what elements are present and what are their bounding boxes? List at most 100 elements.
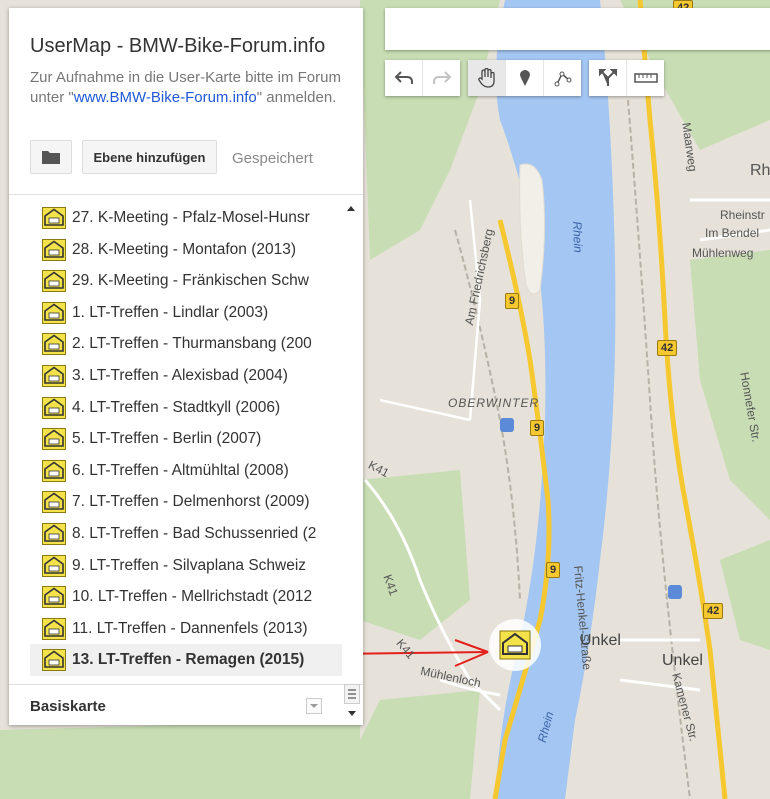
layer-item-label: 13. LT-Treffen - Remagen (2015) bbox=[72, 651, 305, 669]
chevron-down-icon bbox=[310, 704, 318, 708]
hand-icon bbox=[477, 68, 495, 88]
map-description: Zur Aufnahme in die User-Karte bitte im … bbox=[30, 68, 350, 107]
layers-panel: UserMap - BMW-Bike-Forum.info Zur Aufnah… bbox=[9, 8, 363, 725]
layer-item[interactable]: 27. K-Meeting - Pfalz-Mosel-Hunsr bbox=[30, 202, 342, 234]
map-label-street: Rheinstr bbox=[720, 208, 765, 222]
marker-pin-icon bbox=[519, 70, 530, 86]
layer-item[interactable]: 11. LT-Treffen - Dannenfels (2013) bbox=[30, 613, 342, 645]
house-icon bbox=[42, 207, 66, 229]
house-icon bbox=[42, 428, 66, 451]
scrollbar-arrows bbox=[347, 206, 355, 211]
layer-item[interactable]: 6. LT-Treffen - Altmühltal (2008) bbox=[30, 455, 342, 487]
house-marker-icon[interactable] bbox=[499, 630, 531, 660]
road-shield-42: 42 bbox=[703, 603, 724, 619]
undo-button[interactable] bbox=[385, 60, 423, 96]
add-layer-button[interactable]: Ebene hinzufügen bbox=[82, 140, 217, 174]
layer-item-label: 11. LT-Treffen - Dannenfels (2013) bbox=[72, 619, 308, 637]
list-scrollbar[interactable] bbox=[344, 200, 358, 684]
ruler-icon bbox=[633, 73, 658, 83]
layer-item-label: 8. LT-Treffen - Bad Schussenried (2 bbox=[72, 525, 317, 542]
house-icon bbox=[42, 238, 66, 261]
layer-item[interactable]: 5. LT-Treffen - Berlin (2007) bbox=[30, 423, 342, 455]
house-icon bbox=[42, 365, 66, 387]
list-lines-icon bbox=[348, 689, 356, 699]
layer-item-label: 9. LT-Treffen - Silvaplana Schweiz bbox=[72, 556, 307, 574]
house-icon bbox=[42, 554, 66, 577]
legend-icon[interactable] bbox=[344, 684, 360, 704]
house-icon bbox=[42, 270, 66, 293]
house-icon bbox=[42, 649, 66, 672]
house-icon bbox=[42, 586, 66, 609]
road-shield-9: 9 bbox=[546, 562, 561, 578]
layer-item-label: 29. K-Meeting - Fränkischen Schw bbox=[72, 272, 309, 290]
layer-item[interactable]: 9. LT-Treffen - Silvaplana Schweiz bbox=[30, 550, 342, 582]
undo-redo-group bbox=[385, 60, 460, 96]
map-label-town: Rh bbox=[750, 162, 770, 179]
layer-item[interactable]: 29. K-Meeting - Fränkischen Schw bbox=[30, 265, 342, 297]
layer-item-label: 10. LT-Treffen - Mellrichstadt (2012 bbox=[72, 588, 313, 606]
layer-item[interactable]: 1. LT-Treffen - Lindlar (2003) bbox=[30, 297, 342, 329]
pan-hand-button[interactable] bbox=[468, 60, 506, 96]
layer-item[interactable]: 28. K-Meeting - Montafon (2013) bbox=[30, 234, 342, 266]
search-box[interactable] bbox=[385, 8, 770, 50]
layer-item-label: 1. LT-Treffen - Lindlar (2003) bbox=[72, 303, 269, 321]
house-icon bbox=[42, 459, 66, 482]
map-label-street: Mühlenweg bbox=[692, 246, 754, 260]
house-icon bbox=[42, 333, 66, 356]
draw-line-button[interactable] bbox=[544, 60, 581, 96]
forest-area bbox=[0, 720, 360, 799]
measure-button[interactable] bbox=[627, 60, 664, 96]
house-icon bbox=[42, 396, 66, 419]
house-icon bbox=[42, 617, 66, 640]
divider bbox=[9, 684, 363, 685]
folder-icon bbox=[42, 151, 60, 164]
bus-stop-icon bbox=[500, 418, 514, 432]
layer-item[interactable]: 10. LT-Treffen - Mellrichstadt (2012 bbox=[30, 581, 342, 613]
layer-item-label: 2. LT-Treffen - Thurmansbang (200 bbox=[72, 335, 312, 353]
layer-list[interactable]: 27. K-Meeting - Pfalz-Mosel-Hunsr 28. K-M… bbox=[9, 200, 342, 684]
directions-group bbox=[589, 60, 664, 96]
layer-item-label: 28. K-Meeting - Montafon (2013) bbox=[72, 240, 297, 258]
road-shield-9: 9 bbox=[530, 420, 545, 436]
draw-line-icon bbox=[554, 71, 571, 87]
map-toolbar bbox=[385, 60, 672, 96]
layer-item-label: 27. K-Meeting - Pfalz-Mosel-Hunsr bbox=[72, 209, 310, 226]
undo-icon bbox=[394, 71, 413, 84]
redo-button[interactable] bbox=[423, 60, 460, 96]
house-icon bbox=[42, 301, 66, 324]
map-label-town: Unkel bbox=[580, 632, 621, 649]
layer-item[interactable]: 2. LT-Treffen - Thurmansbang (200 bbox=[30, 328, 342, 360]
directions-button[interactable] bbox=[589, 60, 627, 96]
map-title[interactable]: UserMap - BMW-Bike-Forum.info bbox=[30, 35, 325, 58]
basemap-label[interactable]: Basiskarte bbox=[30, 698, 106, 715]
layer-item-label: 3. LT-Treffen - Alexisbad (2004) bbox=[72, 367, 288, 384]
add-marker-button[interactable] bbox=[506, 60, 544, 96]
scroll-down-icon[interactable] bbox=[346, 708, 358, 718]
redo-icon bbox=[432, 71, 451, 84]
layer-item[interactable]: 3. LT-Treffen - Alexisbad (2004) bbox=[30, 360, 342, 392]
house-icon bbox=[42, 523, 66, 545]
layer-item[interactable]: 7. LT-Treffen - Delmenhorst (2009) bbox=[30, 486, 342, 518]
map-label-street: Im Bendel bbox=[705, 226, 760, 240]
open-folder-button[interactable] bbox=[30, 140, 72, 174]
layer-item-selected[interactable]: 13. LT-Treffen - Remagen (2015) bbox=[30, 644, 342, 677]
house-icon bbox=[42, 491, 66, 514]
layer-item[interactable]: 4. LT-Treffen - Stadtkyll (2006) bbox=[30, 392, 342, 424]
description-text: " anmelden. bbox=[256, 88, 337, 106]
layer-item[interactable]: 8. LT-Treffen - Bad Schussenried (2 bbox=[30, 518, 342, 550]
map-label-oberwinter: OBERWINTER bbox=[448, 396, 540, 410]
layer-item-label: 7. LT-Treffen - Delmenhorst (2009) bbox=[72, 493, 310, 511]
map-label-town: Unkel bbox=[662, 652, 703, 669]
divider bbox=[9, 194, 363, 195]
basemap-dropdown[interactable] bbox=[306, 698, 322, 714]
directions-icon bbox=[598, 69, 617, 86]
road-shield-42: 42 bbox=[657, 340, 678, 356]
layer-item-label: 6. LT-Treffen - Altmühltal (2008) bbox=[72, 461, 289, 479]
bus-stop-icon bbox=[668, 585, 682, 599]
draw-tools-group bbox=[468, 60, 581, 96]
layer-item-label: 5. LT-Treffen - Berlin (2007) bbox=[72, 430, 262, 448]
road-shield-9: 9 bbox=[505, 293, 520, 309]
forest-area bbox=[360, 690, 480, 799]
forum-link[interactable]: www.BMW-Bike-Forum.info bbox=[74, 89, 257, 106]
map-label-rhein: Rhein bbox=[570, 221, 586, 253]
